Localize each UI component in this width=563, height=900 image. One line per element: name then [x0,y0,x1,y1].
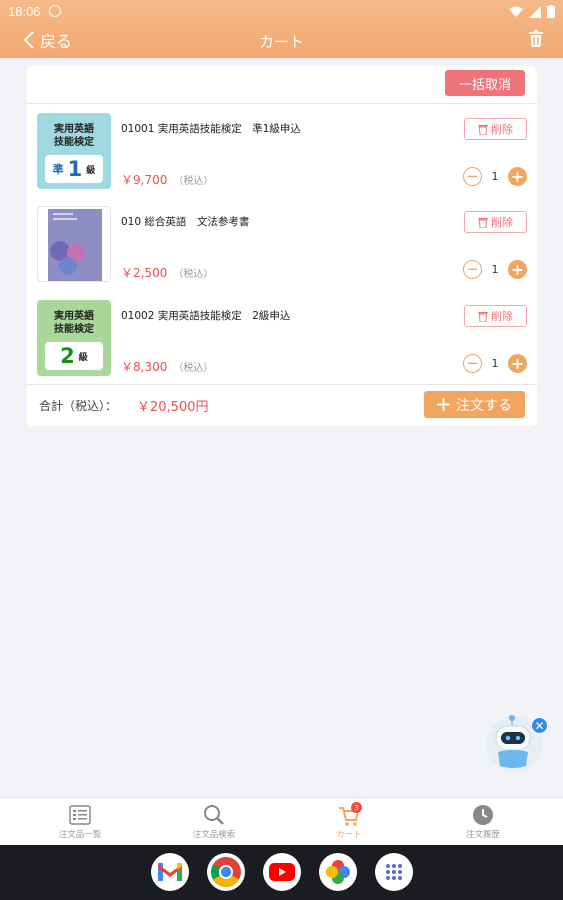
increase-button[interactable]: + [508,260,527,279]
battery-icon [547,5,555,18]
quantity-value: 1 [491,263,499,276]
quantity-value: 1 [491,170,499,183]
cart-item: 010 総合英語 文法参考書 ￥2,500 （税込） 削除 − 1 + [27,200,537,290]
bulk-cancel-button[interactable]: 一括取消 [445,70,525,96]
app-drawer-icon[interactable] [375,853,413,891]
status-icons [509,5,555,18]
tab-cart[interactable]: 3 カート [299,802,399,840]
delete-button[interactable]: 削除 [464,305,527,327]
increase-button[interactable]: + [508,354,527,373]
grade-suffix: 級 [86,165,96,176]
cart-badge: 3 [351,802,362,813]
item-price: ￥9,700 （税込） [121,173,214,187]
tab-label: 注文履歴 [465,830,500,840]
quantity-stepper: − 1 + [463,167,527,186]
trash-button[interactable] [529,30,543,51]
item-price: ￥2,500 （税込） [121,266,214,280]
book-cover-image [48,209,102,281]
grade-box: 2 級 [45,342,103,370]
thumbnail-title: 実用英語 技能検定 [54,311,94,335]
decrease-button[interactable]: − [463,260,482,279]
clock-icon [473,805,493,825]
item-price: ￥8,300 （税込） [121,360,214,374]
chatbot-button[interactable]: ✕ [484,712,548,774]
trash-icon [478,217,488,228]
grade-suffix: 級 [78,352,88,363]
plus-icon [437,398,450,411]
grade-box: 準 1 級 [45,155,103,183]
cart-card: 一括取消 実用英語 技能検定 準 1 級 01001 実用英語技能検定 準1級申込… [27,66,537,426]
app-header: 18:06 戻る カート [0,0,563,58]
tab-order-list[interactable]: 注文品一覧 [30,802,130,840]
trash-icon [478,124,488,135]
page-title: カート [258,33,304,51]
item-name: 010 総合英語 文法参考書 [121,216,250,228]
tab-order-search[interactable]: 注文品検索 [164,802,264,840]
order-button[interactable]: 注文する [424,391,525,418]
grade-prefix: 準 [52,163,64,176]
total-amount: ￥20,500円 [137,400,209,415]
decrease-button[interactable]: − [463,354,482,373]
cart-item: 実用英語 技能検定 2 級 01002 実用英語技能検定 2級申込 ￥8,300 （… [27,294,537,384]
tax-note: （税込） [173,176,214,187]
list-icon [69,805,91,825]
status-bar: 18:06 [0,0,563,24]
photos-icon[interactable] [319,853,357,891]
search-icon [204,805,224,825]
grade-number: 2 [60,344,75,368]
product-thumbnail[interactable]: 実用英語 技能検定 2 級 [37,300,111,376]
android-dock [0,845,563,900]
thumbnail-title: 実用英語 技能検定 [54,124,94,148]
delete-label: 削除 [491,216,513,229]
order-label: 注文する [456,397,512,414]
delete-label: 削除 [491,123,513,136]
close-icon[interactable]: ✕ [531,717,548,734]
tab-label: 注文品検索 [192,830,236,840]
tax-note: （税込） [173,363,214,374]
bottom-tab-bar: 注文品一覧 注文品検索 3 カート 注文履歴 [0,797,563,845]
delete-button[interactable]: 削除 [464,118,527,140]
divider [27,103,537,104]
quantity-stepper: − 1 + [463,354,527,373]
youtube-icon[interactable] [263,853,301,891]
gmail-icon[interactable] [151,853,189,891]
quantity-value: 1 [491,357,499,370]
tab-order-history[interactable]: 注文履歴 [433,802,533,840]
chrome-icon[interactable] [207,853,245,891]
tab-label: 注文品一覧 [58,830,102,840]
status-time: 18:06 [8,4,41,19]
delete-label: 削除 [491,310,513,323]
quantity-stepper: − 1 + [463,260,527,279]
wifi-icon [509,6,523,17]
tax-note: （税込） [173,269,214,280]
product-thumbnail[interactable] [37,206,111,282]
total-row: 合計（税込）： ￥20,500円 注文する [27,385,537,425]
delete-button[interactable]: 削除 [464,211,527,233]
total-label: 合計（税込）： [39,399,118,413]
trash-icon [529,30,543,47]
cart-item: 実用英語 技能検定 準 1 級 01001 実用英語技能検定 準1級申込 ￥9,7… [27,107,537,197]
signal-icon [529,5,541,18]
tab-label: カート [336,830,362,840]
item-name: 01001 実用英語技能検定 準1級申込 [121,123,301,135]
item-name: 01002 実用英語技能検定 2級申込 [121,310,291,322]
grade-number: 1 [67,157,83,181]
trash-icon [478,311,488,322]
product-thumbnail[interactable]: 実用英語 技能検定 準 1 級 [37,113,111,189]
decrease-button[interactable]: − [463,167,482,186]
increase-button[interactable]: + [508,167,527,186]
notification-icon [49,5,61,17]
